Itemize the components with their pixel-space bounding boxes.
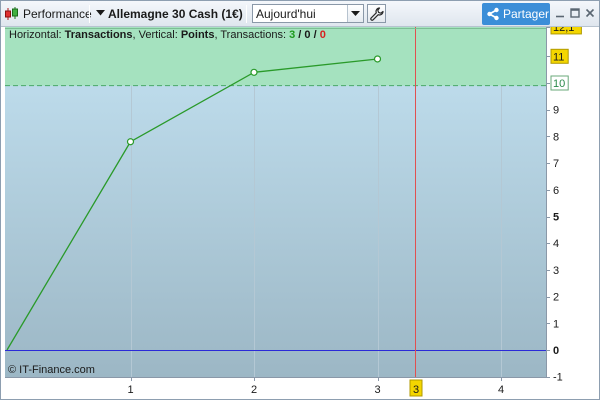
data-point [126, 138, 135, 146]
y-tick-label: 2 [553, 292, 559, 304]
period-select-value: Aujourd'hui [256, 7, 316, 21]
performance-label[interactable]: Performance [23, 7, 92, 21]
y-tick-label: 8 [553, 131, 559, 143]
data-point [373, 55, 382, 63]
wins-count: 3 [289, 29, 296, 41]
period-select[interactable]: Aujourd'hui [252, 4, 364, 23]
y-tick-label: 1 [553, 318, 559, 330]
y-tick-label: 9 [553, 105, 559, 117]
close-icon[interactable] [584, 7, 596, 19]
horizontal-value: Transactions [64, 29, 133, 41]
y-tick-label: 0 [553, 345, 559, 357]
triangle-down-icon[interactable] [96, 8, 106, 18]
y-current-label: 11 [553, 51, 564, 63]
x-tick-label: 2 [251, 384, 257, 396]
y-tick-label: -1 [553, 372, 563, 384]
y-tick-label: 3 [553, 265, 559, 277]
transactions-label: Transactions: [220, 29, 286, 41]
minimize-icon[interactable] [554, 7, 566, 19]
count-separator: / [313, 29, 317, 41]
x-tick-label: 1 [127, 384, 133, 396]
y-tick-label: 5 [553, 212, 559, 224]
y-target-label: 10 [553, 78, 565, 90]
toolbar: Performance Allemagne 30 Cash (1€) Aujou… [1, 1, 599, 27]
count-separator: / [298, 29, 302, 41]
horizontal-label: Horizontal: [9, 29, 62, 41]
performance-window: Performance Allemagne 30 Cash (1€) Aujou… [0, 0, 600, 400]
settings-button[interactable] [367, 4, 386, 23]
toolbar-separator [246, 5, 247, 23]
data-point [250, 68, 258, 76]
chart-info: Horizontal: Transactions, Vertical: Poin… [9, 29, 326, 41]
y-max-label: 12,1 [553, 27, 574, 34]
chevron-down-icon[interactable] [347, 5, 363, 22]
losses-count: 0 [319, 29, 326, 41]
toolbar-separator [89, 5, 90, 23]
performance-chart[interactable]: -1 0 1 2 3 4 5 6 7 8 9 10 11 12,1 1 2 3 4 3 [1, 27, 599, 399]
vertical-label: Vertical: [138, 29, 178, 41]
x-tick-label: 3 [374, 384, 380, 396]
cursor-x-label: 3 [413, 384, 419, 396]
share-label: Partager [503, 7, 550, 21]
instrument-selector[interactable]: Allemagne 30 Cash (1€) [108, 7, 243, 21]
copyright-text: © IT-Finance.com [8, 364, 95, 376]
y-tick-label: 4 [553, 238, 559, 250]
y-tick-label: 7 [553, 158, 559, 170]
share-button[interactable]: Partager [482, 3, 550, 25]
maximize-icon[interactable] [569, 7, 581, 19]
neutral-count: 0 [304, 29, 311, 41]
y-tick-label: 6 [553, 185, 559, 197]
candlestick-icon[interactable] [4, 7, 20, 21]
vertical-value: Points [180, 29, 215, 41]
x-tick-label: 4 [498, 384, 504, 396]
